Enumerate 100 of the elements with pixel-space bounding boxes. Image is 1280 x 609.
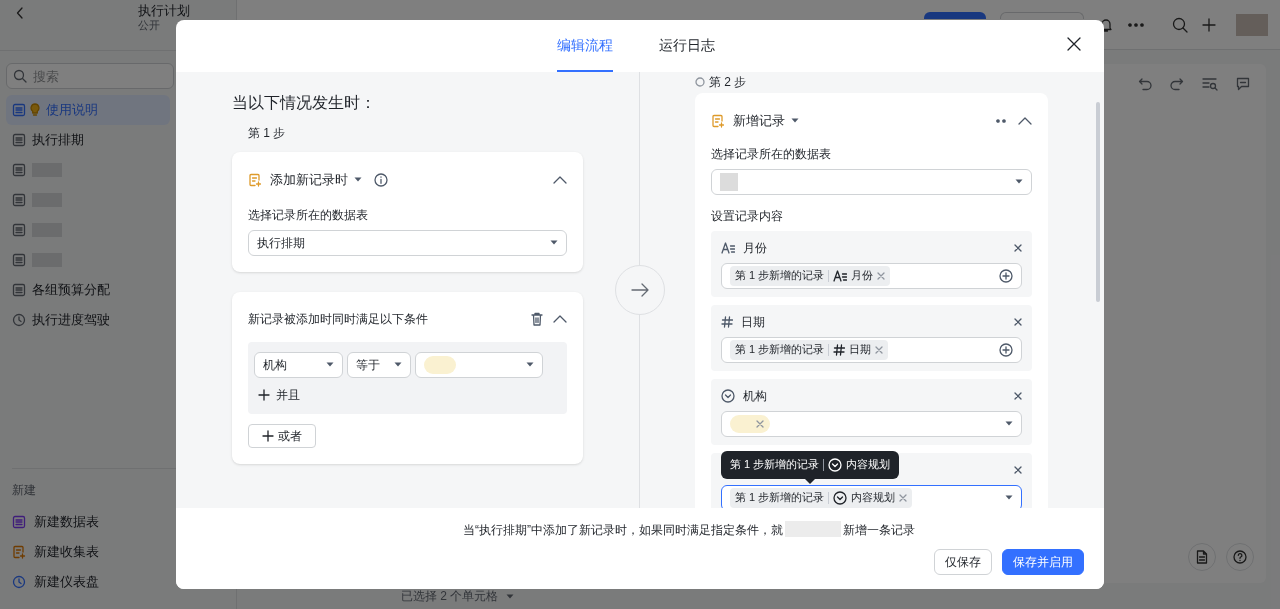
trigger-type[interactable]: 添加新记录时 — [270, 170, 348, 190]
chevron-up-icon[interactable] — [553, 175, 567, 184]
table-icon — [12, 283, 26, 297]
caret-icon — [394, 362, 402, 367]
search-field[interactable]: 搜索 — [6, 63, 174, 89]
table-icon — [12, 223, 26, 237]
arrow-right-icon — [631, 283, 649, 297]
chevron-up-icon[interactable] — [1018, 116, 1032, 125]
operator-select[interactable]: 等于 — [347, 351, 411, 378]
section-heading: 当以下情况发生时： — [232, 93, 377, 113]
value-field[interactable]: 第 1 步新增的记录 日期 — [721, 336, 1022, 363]
document-title: 执行计划 — [138, 3, 190, 18]
action-type[interactable]: 新增记录 — [733, 111, 785, 131]
add-and-button[interactable]: 并且 — [254, 385, 304, 404]
table-icon — [12, 253, 26, 267]
caret-icon — [526, 362, 534, 367]
visibility-label: 公开 — [138, 18, 161, 32]
section-title: 新建 — [12, 483, 36, 497]
search-icon[interactable] — [1172, 16, 1188, 33]
new-item[interactable]: 新建数据表 — [12, 507, 164, 537]
search-icon — [13, 69, 27, 83]
add-icon[interactable] — [999, 268, 1013, 283]
caret-icon — [354, 177, 362, 183]
form-icon — [248, 172, 262, 187]
more-icon[interactable] — [996, 118, 1006, 123]
caret-icon — [550, 240, 558, 245]
gauge-icon — [12, 575, 26, 589]
reference-token: 第 1 步新增的记录 日期 — [730, 339, 889, 360]
add-icon[interactable] — [999, 342, 1013, 357]
info-icon — [374, 172, 388, 187]
trash-icon[interactable] — [531, 311, 543, 326]
undo-icon[interactable] — [1138, 77, 1152, 91]
value-field[interactable]: 第 1 步新增的记录 月份 — [721, 262, 1022, 289]
help-icon — [1233, 550, 1247, 564]
redo-icon[interactable] — [1170, 77, 1184, 91]
field-label: 设置记录内容 — [711, 207, 784, 225]
document-button[interactable] — [1188, 543, 1216, 571]
save-and-enable-button[interactable]: 保存并启用 — [1002, 549, 1084, 575]
plus-icon[interactable] — [1202, 17, 1216, 32]
new-item[interactable]: 新建收集表 — [12, 537, 164, 567]
close-icon[interactable] — [1014, 391, 1022, 400]
plus-icon — [258, 388, 270, 401]
help-button[interactable] — [1226, 543, 1254, 571]
field-select[interactable]: 机构 — [254, 351, 343, 378]
dropdown-field-icon — [721, 388, 735, 403]
gauge-icon — [12, 313, 26, 327]
table-icon — [12, 163, 26, 177]
step-dot-icon — [695, 77, 705, 87]
comment-icon[interactable] — [1236, 77, 1250, 91]
caret-icon — [1005, 495, 1013, 500]
dialog-tab[interactable]: 运行日志 — [659, 35, 715, 72]
caret-icon — [1005, 421, 1013, 426]
back-icon[interactable] — [16, 7, 24, 19]
share-button[interactable] — [924, 12, 986, 19]
new-item[interactable]: 新建仪表盘 — [12, 567, 164, 597]
field-name: 机构 — [743, 387, 767, 405]
hash-icon — [833, 343, 846, 356]
close-button[interactable] — [1066, 36, 1082, 52]
value-select[interactable]: 第 1 步新增的记录 内容规划 — [721, 484, 1022, 508]
close-icon — [1066, 36, 1082, 52]
table-icon — [12, 133, 26, 147]
form-icon — [12, 545, 26, 559]
field-label: 选择记录所在的数据表 — [711, 145, 832, 163]
hash-icon — [721, 315, 733, 328]
field-name: 日期 — [741, 313, 765, 331]
status-bar-text: 已选择 2 个单元格 — [401, 588, 499, 605]
sidebar-item[interactable]: 执行进度驾驶 — [6, 305, 170, 335]
find-icon[interactable] — [1202, 77, 1218, 91]
add-or-button[interactable]: 或者 — [248, 423, 316, 448]
more-icon[interactable] — [1128, 22, 1144, 27]
text-field-icon — [833, 269, 848, 282]
table-icon — [12, 103, 26, 117]
plus-icon — [262, 429, 274, 442]
tooltip: 第 1 步新增的记录 内容规划 — [729, 456, 892, 474]
caret-icon — [791, 118, 799, 124]
document-icon — [1196, 550, 1208, 564]
lightbulb-icon — [30, 103, 40, 117]
option-tag — [424, 355, 456, 374]
table-select[interactable]: 执行排期 — [248, 229, 567, 256]
close-icon[interactable] — [1014, 465, 1022, 474]
close-icon[interactable] — [1014, 317, 1022, 326]
table-icon — [12, 193, 26, 207]
field-label: 选择记录所在的数据表 — [248, 206, 369, 224]
sidebar-item[interactable]: 执行排期 — [6, 125, 170, 155]
close-icon[interactable] — [1014, 243, 1022, 252]
caret-icon — [506, 593, 515, 599]
blurred-value — [720, 172, 738, 191]
step-label: 第 1 步 — [248, 125, 287, 142]
save-button[interactable]: 仅保存 — [934, 549, 992, 575]
table-icon — [12, 515, 26, 529]
summary-text: 新增一条记录 — [843, 522, 915, 539]
chevron-up-icon[interactable] — [553, 314, 567, 323]
caret-icon — [326, 362, 334, 367]
summary-text: 当“执行排期”中添加了新记录时，如果同时满足指定条件，就 — [463, 522, 783, 539]
sidebar-item[interactable]: 各组预算分配 — [6, 275, 170, 305]
dropdown-field-icon — [833, 490, 848, 505]
field-name: 月份 — [743, 239, 767, 257]
dropdown-field-icon — [828, 457, 843, 472]
reference-token: 第 1 步新增的记录 月份 — [730, 265, 891, 286]
caret-icon — [1015, 179, 1023, 184]
